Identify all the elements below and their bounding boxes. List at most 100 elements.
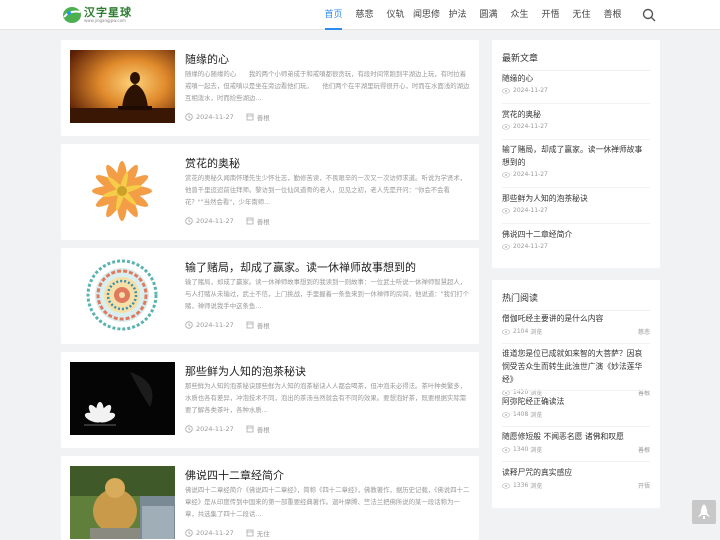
- clock-icon: [502, 243, 510, 250]
- views-suffix: 浏览: [530, 483, 543, 490]
- latest-item[interactable]: 随缘的心 2024-11-27: [502, 72, 650, 94]
- eye-icon: [502, 328, 510, 335]
- latest-item-date: 2024-11-27: [513, 243, 548, 250]
- latest-item[interactable]: 那些鲜为人知的泡茶秘诀 2024-11-27: [502, 192, 650, 214]
- category-icon: [246, 321, 254, 329]
- latest-item[interactable]: 佛说四十二章经简介 2024-11-27: [502, 228, 650, 250]
- post-meta: 2024-11-27 无住: [185, 528, 270, 538]
- category-icon: [246, 529, 254, 537]
- post-meta: 2024-11-27 善根: [185, 112, 270, 122]
- post-date: 2024-11-27: [196, 425, 234, 433]
- post-category[interactable]: 善根: [257, 216, 270, 226]
- post-title[interactable]: 佛说四十二章经简介: [185, 467, 470, 483]
- post-thumbnail[interactable]: [70, 154, 175, 227]
- clock-icon: [502, 87, 510, 94]
- nav-item-cibei[interactable]: 慈悲: [349, 0, 380, 30]
- nav-item-kaiwu[interactable]: 开悟: [535, 0, 566, 30]
- latest-item[interactable]: 输了赌局，却成了赢家。读一休禅师故事想到的 2024-11-27: [502, 143, 650, 178]
- nav-item-zhongsheng[interactable]: 众生: [504, 0, 535, 30]
- hot-item[interactable]: 随愿修短般 不闻恶名愿 诸佛和叹愿 1340 浏览 善根: [502, 430, 650, 454]
- hot-item-title[interactable]: 阿弥陀经正确读法: [502, 395, 650, 408]
- clock-icon: [185, 425, 193, 433]
- nav-item-wensixiu[interactable]: 闻思修: [411, 0, 442, 30]
- clock-icon: [185, 529, 193, 537]
- hot-item-title[interactable]: 谁道您是位已成就如来智的大菩萨？因哀悯受苦众生而转生此浊世广演《妙法莲华经》: [502, 347, 650, 386]
- nav-item-yuanman[interactable]: 圆满: [473, 0, 504, 30]
- nav-item-hufa[interactable]: 护法: [442, 0, 473, 30]
- nav-item-yigui[interactable]: 仪轨: [380, 0, 411, 30]
- post-category[interactable]: 善根: [257, 424, 270, 434]
- post-thumbnail[interactable]: [70, 362, 175, 435]
- hot-item[interactable]: 阿弥陀经正确读法 1408 浏览: [502, 395, 650, 419]
- main-nav: 首页 慈悲 仪轨 闻思修 护法 圆满 众生 开悟 无住 善根: [318, 0, 628, 30]
- search-icon[interactable]: [642, 8, 656, 22]
- nav-item-shangen[interactable]: 善根: [597, 0, 628, 30]
- hot-item-views: 1408: [513, 411, 529, 418]
- post-title[interactable]: 输了赌局，却成了赢家。读一休禅师故事想到的: [185, 259, 470, 275]
- eye-icon: [502, 411, 510, 418]
- post-category[interactable]: 无住: [257, 528, 270, 538]
- post-date: 2024-11-27: [196, 217, 234, 225]
- latest-item-date: 2024-11-27: [513, 87, 548, 94]
- logo-url: www.jingangjpw.com: [84, 18, 126, 23]
- post-title[interactable]: 赏花的奥秘: [185, 155, 470, 171]
- nav-item-wuzhu[interactable]: 无住: [566, 0, 597, 30]
- flower-mandala-image: [70, 154, 175, 227]
- hot-item-category[interactable]: 开悟: [638, 481, 650, 490]
- latest-item-title[interactable]: 佛说四十二章经简介: [502, 228, 650, 241]
- latest-item-title[interactable]: 赏花的奥秘: [502, 108, 650, 121]
- site-logo[interactable]: 汉字星球 www.jingangjpw.com: [62, 4, 134, 26]
- latest-item-title[interactable]: 随缘的心: [502, 72, 650, 85]
- latest-posts-widget: 最新文章 随缘的心 2024-11-27 赏花的奥秘 2024-11-27 输了…: [492, 40, 660, 268]
- post-card[interactable]: 那些鲜为人知的泡茶秘诀 那些鲜为人知的泡茶秘诀那些鲜为人知的泡茶秘诀人人都会喝茶…: [61, 352, 479, 448]
- logo-icon: [63, 7, 81, 23]
- hot-item[interactable]: 读释尸咒的真实感应 1336 浏览 开悟: [502, 466, 650, 490]
- post-thumbnail[interactable]: [70, 258, 175, 331]
- eye-icon: [502, 446, 510, 453]
- mandala-image: [70, 258, 175, 331]
- laughing-buddha-image: [70, 466, 175, 539]
- widget-title: 最新文章: [502, 54, 539, 64]
- latest-item-date: 2024-11-27: [513, 123, 548, 130]
- eye-icon: [502, 482, 510, 489]
- category-icon: [246, 113, 254, 121]
- latest-item-title[interactable]: 输了赌局，却成了赢家。读一休禅师故事想到的: [502, 143, 650, 169]
- hot-item-views: 2104: [513, 328, 529, 335]
- post-excerpt: 输了赌局，却成了赢家。读一休禅师故事想到的我读到一则故事：一位武士听说一休禅师智…: [185, 278, 470, 310]
- post-meta: 2024-11-27 善根: [185, 216, 270, 226]
- hot-item-title[interactable]: 读释尸咒的真实感应: [502, 466, 650, 479]
- hot-item[interactable]: 僧伽吒经主要讲的是什么内容 2104 浏览 慈悲: [502, 312, 650, 336]
- clock-icon: [185, 217, 193, 225]
- buddha-sunset-image: [70, 50, 175, 123]
- post-date: 2024-11-27: [196, 113, 234, 121]
- clock-icon: [502, 123, 510, 130]
- post-card[interactable]: 赏花的奥秘 赏花的奥秘久闻南怀瑾先生少怀壮志，勤修苦读，不畏艰辛的一次又一次访师…: [61, 144, 479, 240]
- post-title[interactable]: 那些鲜为人知的泡茶秘诀: [185, 363, 470, 379]
- rocket-icon: [698, 504, 710, 519]
- post-category[interactable]: 善根: [257, 320, 270, 330]
- widget-title: 热门阅读: [502, 294, 539, 304]
- post-thumbnail[interactable]: [70, 50, 175, 123]
- post-meta: 2024-11-27 善根: [185, 424, 270, 434]
- hot-item-category[interactable]: 慈悲: [638, 327, 650, 336]
- post-meta: 2024-11-27 善根: [185, 320, 270, 330]
- post-category[interactable]: 善根: [257, 112, 270, 122]
- post-title[interactable]: 随缘的心: [185, 51, 470, 67]
- post-card[interactable]: 输了赌局，却成了赢家。读一休禅师故事想到的 输了赌局，却成了赢家。读一休禅师故事…: [61, 248, 479, 344]
- views-suffix: 浏览: [530, 412, 543, 419]
- clock-icon: [502, 171, 510, 178]
- post-excerpt: 随缘的心随缘的心 我的两个小师弟成于和戒嗔都很贪玩，有段时间常跑到平湖边上玩，有…: [185, 70, 470, 102]
- hot-item-title[interactable]: 随愿修短般 不闻恶名愿 诸佛和叹愿: [502, 430, 650, 443]
- hot-item-title[interactable]: 僧伽吒经主要讲的是什么内容: [502, 312, 650, 325]
- hot-item-category[interactable]: 善根: [638, 445, 650, 454]
- nav-item-home[interactable]: 首页: [318, 0, 349, 30]
- views-suffix: 浏览: [530, 447, 543, 454]
- latest-item-title[interactable]: 那些鲜为人知的泡茶秘诀: [502, 192, 650, 205]
- post-card[interactable]: 佛说四十二章经简介 佛说四十二章经简介《佛说四十二章经》，简称《四十二章经》，佛…: [61, 456, 479, 540]
- latest-item[interactable]: 赏花的奥秘 2024-11-27: [502, 108, 650, 130]
- post-thumbnail[interactable]: [70, 466, 175, 539]
- back-to-top-button[interactable]: [692, 500, 716, 524]
- clock-icon: [502, 207, 510, 214]
- category-icon: [246, 425, 254, 433]
- post-card[interactable]: 随缘的心 随缘的心随缘的心 我的两个小师弟成于和戒嗔都很贪玩，有段时间常跑到平湖…: [61, 40, 479, 136]
